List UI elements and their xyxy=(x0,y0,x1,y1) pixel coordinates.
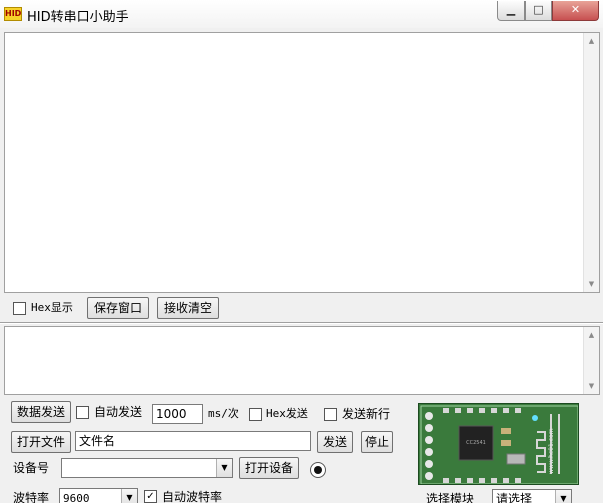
send-newline-checkbox[interactable] xyxy=(324,408,337,421)
scroll-up-icon[interactable]: ▲ xyxy=(584,33,599,49)
chevron-down-icon[interactable]: ▼ xyxy=(216,459,232,477)
interval-unit-label: ms/次 xyxy=(208,407,239,420)
pane-splitter[interactable] xyxy=(0,322,603,324)
clear-receive-button[interactable]: 接收清空 xyxy=(157,297,219,319)
send-scrollbar[interactable]: ▲ ▼ xyxy=(583,327,599,394)
hex-display-label: Hex显示 xyxy=(31,301,73,314)
minimize-button[interactable]: ▁ xyxy=(497,1,525,21)
module-select[interactable]: 请选择 ▼ xyxy=(492,489,572,503)
hex-send-checkbox[interactable] xyxy=(249,408,262,421)
bluetooth-module-image: CC2541 www.hc01.com xyxy=(418,403,579,485)
open-device-button[interactable]: 打开设备 xyxy=(239,457,299,479)
module-site-text: www.hc01.com xyxy=(548,428,555,474)
minimize-icon: ▁ xyxy=(506,3,516,16)
title-bar[interactable]: HID HID转串口小助手 ▁ □ ✕ xyxy=(0,0,603,28)
auto-send-label: 自动发送 xyxy=(94,405,143,419)
app-icon: HID xyxy=(4,7,22,21)
chevron-down-icon[interactable]: ▼ xyxy=(121,489,137,503)
interval-input[interactable]: 1000 xyxy=(152,404,203,424)
device-label: 设备号 xyxy=(13,461,50,475)
file-name-input[interactable]: 文件名 xyxy=(75,431,311,451)
device-select[interactable]: ▼ xyxy=(61,458,233,478)
hex-send-label: Hex发送 xyxy=(266,407,308,420)
chevron-down-icon[interactable]: ▼ xyxy=(555,490,571,503)
close-icon: ✕ xyxy=(570,3,581,16)
hex-display-checkbox[interactable] xyxy=(13,302,26,315)
save-window-button[interactable]: 保存窗口 xyxy=(87,297,149,319)
stop-button[interactable]: 停止 xyxy=(361,431,393,453)
baud-value: 9600 xyxy=(63,492,90,503)
scroll-up-icon[interactable]: ▲ xyxy=(584,327,599,343)
open-file-button[interactable]: 打开文件 xyxy=(11,431,71,453)
send-data-button[interactable]: 数据发送 xyxy=(11,401,71,423)
maximize-icon: □ xyxy=(533,3,544,16)
window-title: HID转串口小助手 xyxy=(27,10,129,25)
module-value: 请选择 xyxy=(496,492,533,503)
scroll-down-icon[interactable]: ▼ xyxy=(584,276,599,292)
module-label: 选择模块 xyxy=(426,492,475,503)
receive-text-area[interactable]: ▲ ▼ xyxy=(4,32,600,293)
scroll-down-icon[interactable]: ▼ xyxy=(584,378,599,394)
send-button[interactable]: 发送 xyxy=(317,431,353,453)
receive-scrollbar[interactable]: ▲ ▼ xyxy=(583,33,599,292)
pcb-illustration: CC2541 www.hc01.com xyxy=(419,404,578,484)
maximize-button[interactable]: □ xyxy=(525,1,552,21)
auto-baud-checkbox[interactable]: ✓ xyxy=(144,490,157,503)
auto-send-checkbox[interactable] xyxy=(76,406,89,419)
svg-text:CC2541: CC2541 xyxy=(466,440,486,446)
send-newline-label: 发送新行 xyxy=(342,407,391,421)
baud-select[interactable]: 9600 ▼ xyxy=(59,488,138,503)
send-text-area[interactable]: ▲ ▼ xyxy=(4,326,600,395)
close-button[interactable]: ✕ xyxy=(552,1,599,21)
baud-label: 波特率 xyxy=(13,491,50,503)
auto-baud-label: 自动波特率 xyxy=(162,490,223,503)
connection-indicator xyxy=(310,462,326,478)
